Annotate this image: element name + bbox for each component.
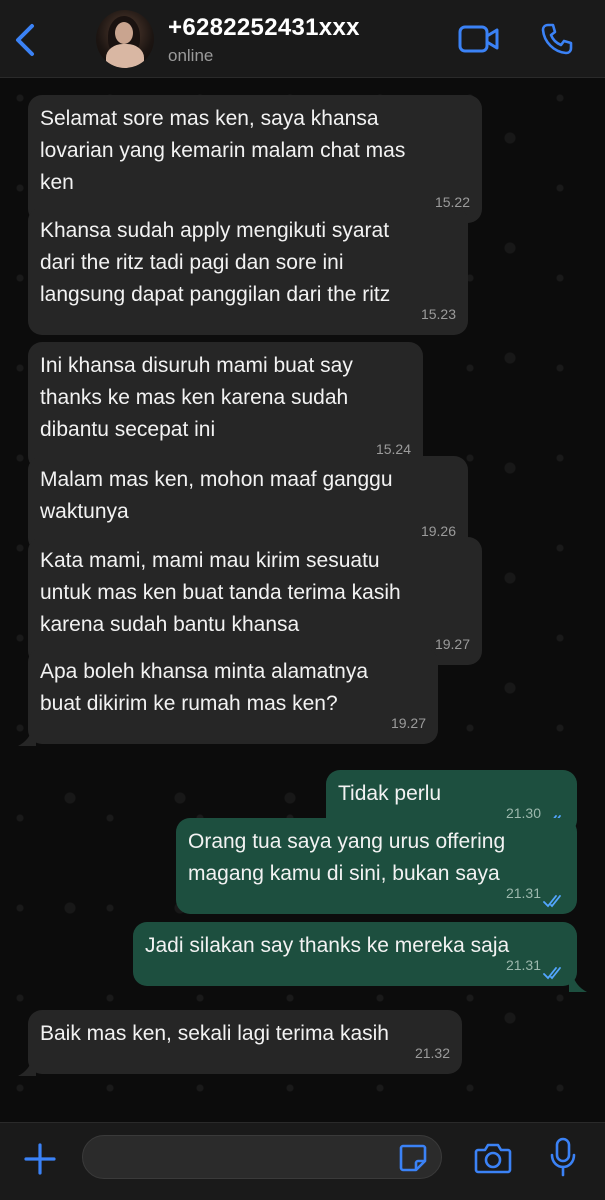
contact-status: online [168,46,214,65]
message-time: 21.31 [505,957,541,973]
message-input[interactable] [82,1135,442,1179]
message-bubble[interactable]: Orang tua saya yang urus offering magang… [176,818,577,914]
camera-icon [474,1143,512,1174]
message-bubble[interactable]: Kata mami, mami mau kirim sesuatu untuk … [28,537,482,665]
chat-area[interactable]: Selamat sore mas ken, saya khansa lovari… [0,78,605,1122]
attach-button[interactable] [22,1141,58,1177]
message-bubble[interactable]: Khansa sudah apply mengikuti syarat dari… [28,207,468,335]
message-bubble[interactable]: Jadi silakan say thanks ke mereka saja 2… [133,922,577,986]
composer-bar [0,1122,605,1200]
read-receipt-icon [543,895,561,908]
message-time: 21.32 [414,1045,450,1061]
message-text: Malam mas ken, mohon maaf ganggu waktuny… [40,468,393,523]
message-time: 19.27 [434,636,470,652]
back-button[interactable] [10,22,40,58]
message-text: Baik mas ken, sekali lagi terima kasih [40,1022,389,1045]
message-bubble[interactable]: Selamat sore mas ken, saya khansa lovari… [28,95,482,223]
message-text: Apa boleh khansa minta alamatnya buat di… [40,660,369,715]
message-text: Kata mami, mami mau kirim sesuatu untuk … [40,549,401,636]
voice-call-button[interactable] [540,22,574,56]
microphone-button[interactable] [550,1137,576,1177]
sticker-button[interactable] [398,1143,428,1173]
chevron-left-icon [16,24,34,56]
camera-button[interactable] [474,1141,512,1175]
message-text: Selamat sore mas ken, saya khansa lovari… [40,107,406,194]
plus-icon [24,1143,56,1175]
microphone-icon [550,1137,576,1177]
chat-header: +6282252431xxx online [0,0,605,78]
bubble-tail [18,1060,36,1076]
video-camera-icon [458,25,499,53]
video-call-button[interactable] [458,24,500,54]
bubble-tail [18,730,36,746]
bubble-tail [569,976,587,992]
sticker-icon [399,1144,427,1172]
avatar[interactable] [96,10,154,68]
contact-name[interactable]: +6282252431xxx [168,14,360,42]
message-bubble[interactable]: Apa boleh khansa minta alamatnya buat di… [28,648,438,744]
message-time: 19.27 [390,715,426,731]
read-receipt-icon [543,967,561,980]
message-text: Jadi silakan say thanks ke mereka saja [145,934,510,957]
message-text: Ini khansa disuruh mami buat say thanks … [40,354,353,441]
message-time: 21.31 [505,885,541,901]
message-time: 15.23 [420,306,456,322]
message-text: Khansa sudah apply mengikuti syarat dari… [40,219,391,306]
message-bubble[interactable]: Ini khansa disuruh mami buat say thanks … [28,342,423,470]
message-bubble[interactable]: Baik mas ken, sekali lagi terima kasih 2… [28,1010,462,1074]
phone-icon [541,23,573,55]
